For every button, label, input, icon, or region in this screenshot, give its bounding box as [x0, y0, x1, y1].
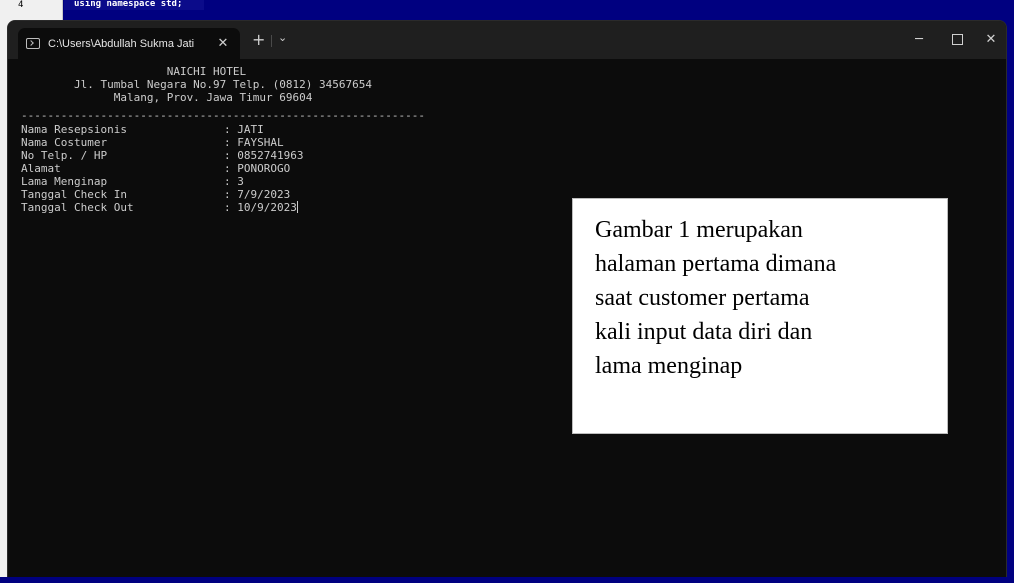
tab-divider	[271, 35, 272, 47]
field-row: Alamat: PONOROGO	[21, 162, 290, 175]
field-colon: :	[224, 188, 238, 201]
field-colon: :	[224, 123, 238, 136]
maximize-button[interactable]	[942, 29, 972, 51]
chevron-down-icon[interactable]: ⌄	[278, 31, 287, 44]
field-row: No Telp. / HP: 0852741963	[21, 149, 303, 162]
field-label: Alamat	[21, 162, 61, 175]
hotel-name: NAICHI HOTEL	[21, 65, 247, 78]
field-colon: :	[224, 201, 238, 214]
annotation-box: Gambar 1 merupakan halaman pertama diman…	[572, 198, 948, 434]
tab-close-icon[interactable]: ✕	[214, 36, 232, 51]
field-colon: :	[224, 162, 238, 175]
minimize-button[interactable]: ─	[904, 29, 934, 51]
field-row: Nama Resepsionis: JATI	[21, 123, 264, 136]
note-line: saat customer pertama	[595, 285, 810, 311]
close-button[interactable]: ✕	[976, 29, 1006, 51]
field-value: 7/9/2023	[237, 188, 291, 201]
field-row: Nama Costumer: FAYSHAL	[21, 136, 284, 149]
field-label: Lama Menginap	[21, 175, 108, 188]
note-line: Gambar 1 merupakan	[595, 217, 803, 243]
maximize-icon	[951, 34, 963, 45]
field-label: Tanggal Check In	[21, 188, 127, 201]
note-line: halaman pertama dimana	[595, 251, 837, 277]
new-tab-button[interactable]: +	[252, 32, 265, 48]
field-row: Lama Menginap: 3	[21, 175, 244, 188]
field-row: Tanggal Check Out: 10/9/2023	[21, 201, 298, 214]
code-line: using namespace std;	[64, 0, 204, 10]
field-colon: :	[224, 136, 238, 149]
field-value: 3	[237, 175, 244, 188]
field-colon: :	[224, 175, 238, 188]
title-bar: C:\Users\Abdullah Sukma Jati ✕ + ⌄ ─ ✕	[8, 21, 1006, 59]
note-line: lama menginap	[595, 353, 743, 379]
field-value: JATI	[237, 123, 264, 136]
hotel-city: Malang, Prov. Jawa Timur 69604	[21, 91, 313, 104]
field-value: 10/9/2023	[237, 201, 297, 214]
field-row: Tanggal Check In: 7/9/2023	[21, 188, 290, 201]
separator-line: ----------------------------------------…	[21, 109, 425, 122]
field-label: Nama Costumer	[21, 136, 108, 149]
field-label: Nama Resepsionis	[21, 123, 127, 136]
hotel-address: Jl. Tumbal Negara No.97 Telp. (0812) 345…	[21, 78, 372, 91]
terminal-icon	[26, 38, 40, 49]
note-line: kali input data diri dan	[595, 319, 813, 345]
tab-terminal[interactable]: C:\Users\Abdullah Sukma Jati ✕	[18, 28, 240, 59]
line-number: 4	[18, 0, 24, 10]
field-value: FAYSHAL	[237, 136, 284, 149]
field-label: Tanggal Check Out	[21, 201, 134, 214]
field-label: No Telp. / HP	[21, 149, 108, 162]
field-value: 0852741963	[237, 149, 304, 162]
tab-title: C:\Users\Abdullah Sukma Jati	[48, 37, 195, 50]
field-value: PONOROGO	[237, 162, 291, 175]
field-colon: :	[224, 149, 238, 162]
text-cursor	[296, 201, 298, 213]
editor-bottom-edge	[0, 577, 1014, 583]
